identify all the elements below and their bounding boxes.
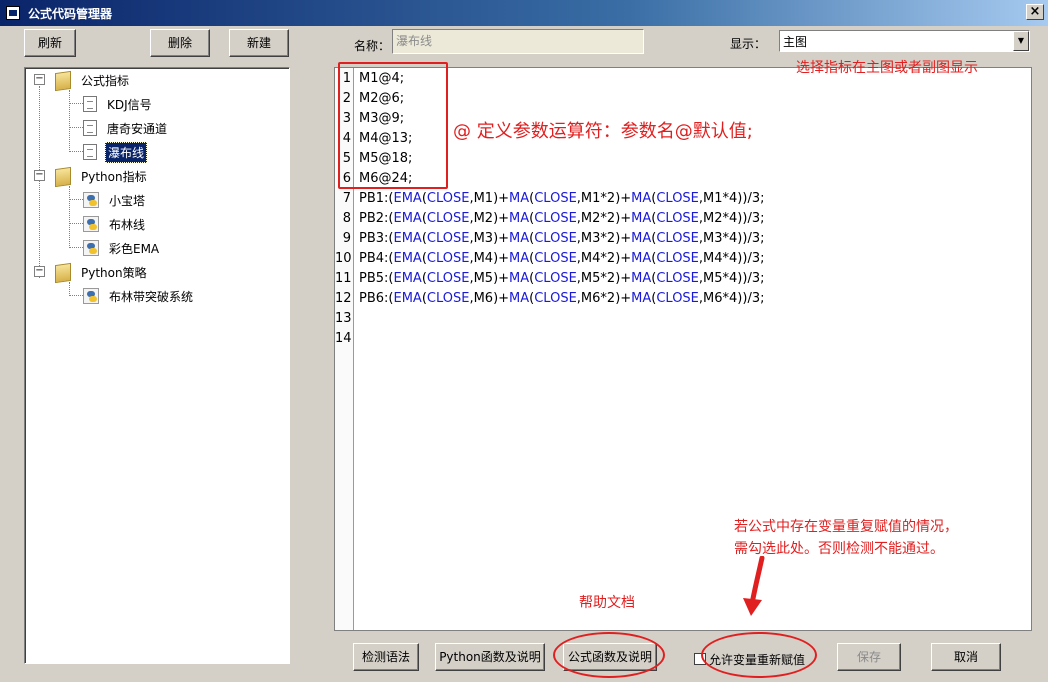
tree-item-bollinger-breakout[interactable]: 布林带突破系统	[83, 286, 195, 306]
tree-group-formula[interactable]: 公式指标	[55, 70, 131, 90]
refresh-button[interactable]: 刷新	[24, 29, 76, 57]
folder-icon	[55, 71, 71, 89]
save-button[interactable]: 保存	[837, 643, 901, 671]
expander-group-2[interactable]: −	[34, 170, 45, 181]
display-label: 显示：	[730, 37, 767, 51]
tree-item-label: 布林带突破系统	[109, 289, 194, 304]
name-input[interactable]: 瀑布线	[392, 29, 644, 54]
python-file-icon	[83, 288, 99, 304]
tree-group-label: 公式指标	[81, 73, 130, 88]
code-line: PB2:(EMA(CLOSE,M2)+MA(CLOSE,M2*2)+MA(CLO…	[359, 211, 765, 226]
title-bar: 公式代码管理器 ×	[0, 0, 1048, 26]
delete-button[interactable]: 删除	[150, 29, 210, 57]
code-line: PB4:(EMA(CLOSE,M4)+MA(CLOSE,M4*2)+MA(CLO…	[359, 251, 765, 266]
tree-item-donchian[interactable]: 唐奇安通道	[83, 118, 169, 138]
line-number: 7	[342, 191, 351, 206]
line-number: 8	[342, 211, 351, 226]
line-number: 9	[342, 231, 351, 246]
python-file-icon	[83, 240, 99, 256]
code-line: PB1:(EMA(CLOSE,M1)+MA(CLOSE,M1*2)+MA(CLO…	[359, 191, 765, 206]
tree-item-kdj[interactable]: KDJ信号	[83, 94, 154, 114]
tree-item-color-ema[interactable]: 彩色EMA	[83, 238, 161, 258]
tree-group-python-strategy[interactable]: Python策略	[55, 262, 149, 282]
tree-item-bollinger[interactable]: 布林线	[83, 214, 147, 234]
tree-group-label: Python策略	[81, 265, 147, 280]
line-number: 12	[335, 291, 352, 306]
expander-group-3[interactable]: −	[34, 266, 45, 277]
document-icon	[83, 144, 97, 160]
param-highlight-box	[338, 62, 448, 189]
close-button[interactable]: ×	[1026, 4, 1044, 20]
python-file-icon	[83, 216, 99, 232]
chevron-down-icon[interactable]: ▼	[1013, 31, 1029, 51]
line-number: 13	[335, 311, 352, 326]
code-line: PB5:(EMA(CLOSE,M5)+MA(CLOSE,M5*2)+MA(CLO…	[359, 271, 765, 286]
app-icon	[6, 6, 20, 20]
arrow-down-icon	[743, 556, 765, 616]
line-number: 10	[335, 251, 352, 266]
reassign-hint-line1: 若公式中存在变量重复赋值的情况，	[734, 519, 958, 535]
tree-item-label: KDJ信号	[107, 97, 152, 112]
display-select[interactable]: 主图 ▼	[779, 30, 1030, 52]
help-hint: 帮助文档	[579, 595, 635, 611]
folder-icon	[55, 263, 71, 281]
tree-group-label: Python指标	[81, 169, 147, 184]
display-select-value: 主图	[783, 35, 808, 49]
name-label: 名称：	[354, 39, 391, 53]
help-highlight-oval	[553, 632, 665, 678]
folder-icon	[55, 167, 71, 185]
reassign-hint-line2: 需勾选此处。否则检测不能通过。	[734, 541, 944, 557]
line-number: 11	[335, 271, 352, 286]
tree-group-python-indicator[interactable]: Python指标	[55, 166, 149, 186]
document-icon	[83, 120, 97, 136]
tree-item-xiaobaota[interactable]: 小宝塔	[83, 190, 147, 210]
display-hint: 选择指标在主图或者副图显示	[796, 60, 978, 76]
param-hint: @ 定义参数运算符：参数名@默认值;	[453, 121, 753, 142]
code-line: PB3:(EMA(CLOSE,M3)+MA(CLOSE,M3*2)+MA(CLO…	[359, 231, 765, 246]
expander-group-1[interactable]: −	[34, 74, 45, 85]
window-title: 公式代码管理器	[28, 7, 113, 21]
code-line: PB6:(EMA(CLOSE,M6)+MA(CLOSE,M6*2)+MA(CLO…	[359, 291, 765, 306]
tree-item-label-selected: 瀑布线	[105, 141, 148, 163]
check-syntax-button[interactable]: 检测语法	[353, 643, 419, 671]
tree-item-label: 唐奇安通道	[107, 121, 168, 136]
reassign-highlight-oval	[701, 632, 817, 678]
python-file-icon	[83, 192, 99, 208]
new-button[interactable]: 新建	[229, 29, 289, 57]
document-icon	[83, 96, 97, 112]
formula-tree[interactable]: − 公式指标 KDJ信号 唐奇安通道 瀑布线 − Python指标 小宝塔 布林…	[24, 67, 290, 664]
tree-item-label: 布林线	[109, 217, 146, 232]
tree-item-label: 彩色EMA	[109, 241, 160, 256]
tree-item-label: 小宝塔	[109, 193, 146, 208]
python-functions-button[interactable]: Python函数及说明	[435, 643, 545, 671]
line-number: 14	[335, 331, 352, 346]
cancel-button[interactable]: 取消	[931, 643, 1001, 671]
tree-item-waterfall[interactable]: 瀑布线	[83, 141, 148, 163]
